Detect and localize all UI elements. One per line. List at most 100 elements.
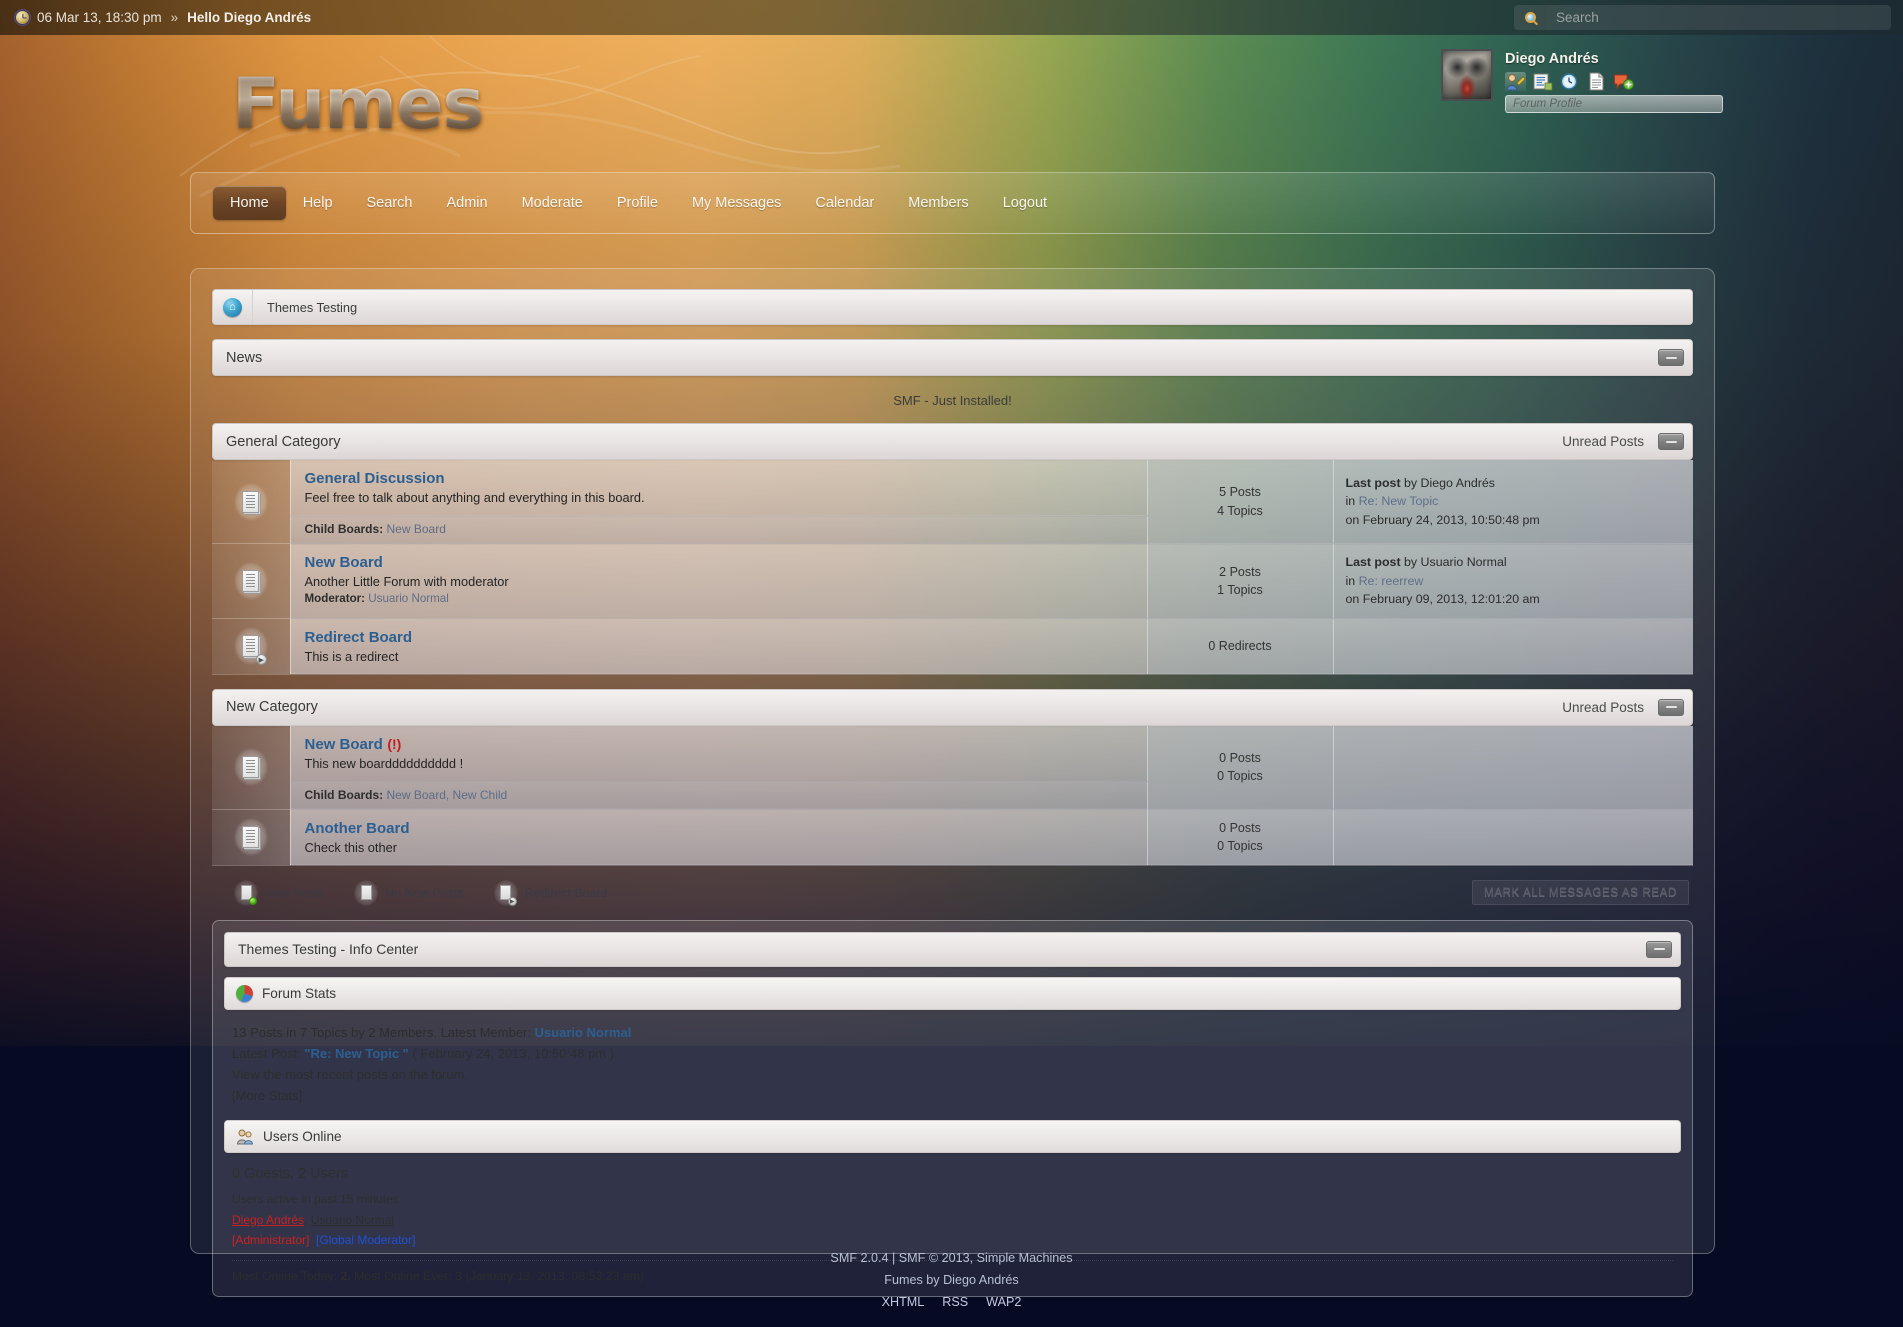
latest-post-label: Latest Post:: [232, 1046, 301, 1061]
online-user-other[interactable]: Usuario Normal: [311, 1213, 394, 1227]
top-search-box[interactable]: [1514, 5, 1891, 30]
board-icon-cell: ▶: [212, 618, 290, 674]
child-boards-label: Child Boards:: [305, 788, 384, 802]
category-header-general: General Category Unread Posts: [212, 423, 1693, 460]
board-link[interactable]: Another Board: [305, 820, 410, 837]
child-board-link[interactable]: New Board, New Child: [387, 788, 508, 802]
last-post-label: Last post: [1346, 555, 1401, 569]
board-stats-cell: 0 Posts 0 Topics: [1147, 726, 1333, 810]
nav-item-profile[interactable]: Profile: [600, 186, 675, 220]
table-row[interactable]: ▶ Redirect Board This is a redirect 0 Re…: [212, 618, 1693, 674]
view-recent-posts-link[interactable]: View the most recent posts on the forum.: [232, 1067, 468, 1082]
news-header-right: [1658, 349, 1684, 366]
redirect-board-icon: ▶: [494, 880, 518, 906]
collapse-info-center-button[interactable]: [1646, 941, 1672, 958]
table-row[interactable]: New Board (!) This new boardddddddddd ! …: [212, 726, 1693, 782]
site-logo[interactable]: Fumes: [232, 63, 483, 145]
breadcrumb-current[interactable]: Themes Testing: [253, 300, 357, 315]
alarm-clock-icon: [15, 10, 30, 25]
footer-link-rss[interactable]: RSS: [942, 1291, 968, 1313]
pie-chart-icon: [236, 985, 253, 1002]
user-separator: ,: [304, 1213, 311, 1227]
summary-icon[interactable]: [1532, 72, 1553, 91]
last-post-topic-link[interactable]: Re: reerrew: [1359, 574, 1424, 588]
document-icon[interactable]: [1586, 72, 1607, 91]
board-link[interactable]: General Discussion: [305, 470, 445, 487]
new-message-icon[interactable]: [1613, 72, 1634, 91]
forum-profile-bar[interactable]: Forum Profile: [1505, 95, 1723, 113]
nav-item-calendar[interactable]: Calendar: [798, 186, 891, 220]
clock-icon[interactable]: [1559, 72, 1580, 91]
collapse-category-button[interactable]: [1658, 433, 1684, 450]
table-row[interactable]: General Discussion Feel free to talk abo…: [212, 460, 1693, 516]
nav-list: Home Help Search Admin Moderate Profile …: [191, 173, 1714, 233]
last-post-topic-link[interactable]: Re: New Topic: [1359, 494, 1439, 508]
board-post-count: 5 Posts: [1148, 483, 1333, 501]
info-center-title: Themes Testing - Info Center: [238, 941, 418, 957]
site-header: Fumes Diego Andrés: [0, 35, 1903, 160]
unread-posts-link[interactable]: Unread Posts: [1562, 434, 1644, 449]
nav-item-my-messages[interactable]: My Messages: [675, 186, 798, 220]
collapse-category-button[interactable]: [1658, 699, 1684, 716]
board-page-icon: [234, 818, 268, 856]
forum-stats-header: Forum Stats: [224, 977, 1681, 1010]
search-icon[interactable]: [1514, 5, 1546, 30]
nav-item-logout[interactable]: Logout: [986, 186, 1064, 220]
board-link[interactable]: Redirect Board: [305, 629, 413, 646]
more-stats-link[interactable]: [More Stats]: [232, 1088, 302, 1103]
forum-stats-line2: Latest Post: "Re: New Topic " ( February…: [232, 1043, 1681, 1064]
moderator-link[interactable]: Usuario Normal: [368, 592, 449, 605]
table-row[interactable]: New Board Another Little Forum with mode…: [212, 544, 1693, 619]
nav-item-search[interactable]: Search: [350, 186, 430, 220]
nav-item-members[interactable]: Members: [891, 186, 985, 220]
users-online-counts: 0 Guests, 2 Users: [224, 1153, 1681, 1189]
group-global-moderator: [Global Moderator]: [316, 1233, 415, 1247]
forum-stats-title: Forum Stats: [262, 986, 336, 1001]
online-user-admin[interactable]: Diego Andrés: [232, 1213, 304, 1227]
board-lastpost-cell: Last post by Diego Andrés in Re: New Top…: [1333, 460, 1693, 544]
user-display-name: Diego Andrés: [1505, 51, 1723, 67]
latest-post-link[interactable]: "Re: New Topic ": [304, 1046, 409, 1061]
info-center-header: Themes Testing - Info Center: [224, 932, 1681, 967]
last-post-author[interactable]: by Diego Andrés: [1404, 476, 1495, 490]
profile-edit-icon[interactable]: [1505, 72, 1526, 91]
board-description: Another Little Forum with moderator: [305, 574, 1147, 589]
nav-item-help[interactable]: Help: [286, 186, 350, 220]
avatar[interactable]: [1441, 49, 1493, 101]
breadcrumb-separator: »: [171, 10, 179, 25]
legend-redirect-board: ▶ Redirect Board: [494, 880, 608, 906]
legend-items: New Posts No New Posts ▶ Redirect Board: [234, 880, 607, 906]
view-recent-posts-line: View the most recent posts on the forum.: [232, 1064, 1681, 1085]
main-navigation: Home Help Search Admin Moderate Profile …: [190, 172, 1715, 234]
collapse-news-button[interactable]: [1658, 349, 1684, 366]
board-redirect-icon: ▶: [234, 627, 268, 665]
nav-item-home[interactable]: Home: [213, 186, 286, 220]
user-quick-icons: [1505, 72, 1723, 91]
board-table-general: General Discussion Feel free to talk abo…: [212, 460, 1693, 675]
forum-stats-body: 13 Posts in 7 Topics by 2 Members. Lates…: [224, 1010, 1681, 1110]
board-stats-cell: 0 Redirects: [1147, 618, 1333, 674]
board-icon-cell: [212, 726, 290, 810]
latest-member-link[interactable]: Usuario Normal: [535, 1025, 632, 1040]
board-link[interactable]: New Board: [305, 736, 383, 753]
user-info: Diego Andrés: [1505, 49, 1723, 113]
breadcrumb-home-link[interactable]: ⌂: [213, 290, 253, 324]
child-boards-cell: Child Boards: New Board, New Child: [290, 781, 1147, 809]
board-link[interactable]: New Board: [305, 554, 383, 571]
legend-new-posts: New Posts: [234, 880, 324, 906]
footer-link-xhtml[interactable]: XHTML: [882, 1291, 925, 1313]
child-board-link[interactable]: New Board: [387, 522, 446, 536]
nav-item-admin[interactable]: Admin: [429, 186, 504, 220]
unread-posts-link[interactable]: Unread Posts: [1562, 700, 1644, 715]
new-posts-icon: [234, 880, 258, 906]
board-info-cell: Redirect Board This is a redirect: [290, 618, 1147, 674]
board-info-cell: General Discussion Feel free to talk abo…: [290, 460, 1147, 516]
board-description: This is a redirect: [305, 649, 1147, 664]
mark-all-read-button[interactable]: MARK ALL MESSAGES AS READ: [1472, 880, 1689, 905]
footer-link-wap2[interactable]: WAP2: [986, 1291, 1021, 1313]
table-row[interactable]: Another Board Check this other 0 Posts 0…: [212, 809, 1693, 865]
search-input[interactable]: [1546, 5, 1891, 30]
board-lastpost-cell: [1333, 618, 1693, 674]
nav-item-moderate[interactable]: Moderate: [505, 186, 600, 220]
last-post-author[interactable]: by Usuario Normal: [1404, 555, 1507, 569]
